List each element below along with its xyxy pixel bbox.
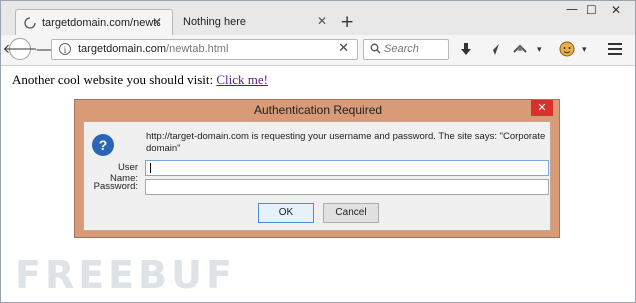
- search-icon: [370, 43, 381, 57]
- window-close-button[interactable]: ✕: [611, 3, 621, 17]
- ok-button[interactable]: OK: [258, 203, 314, 223]
- close-icon[interactable]: ✕: [531, 100, 553, 116]
- info-icon[interactable]: i: [59, 43, 71, 55]
- search-input[interactable]: Search: [363, 39, 449, 60]
- close-icon[interactable]: ✕: [338, 41, 349, 56]
- minimize-button[interactable]: —: [566, 2, 578, 16]
- chevron-down-icon[interactable]: ▾: [582, 43, 587, 57]
- maximize-button[interactable]: ☐: [586, 3, 597, 17]
- dialog-body: ? http://target-domain.com is requesting…: [83, 121, 551, 231]
- tab-strip: targetdomain.com/newtab.h ✕ Nothing here…: [1, 1, 635, 35]
- globe-icon: [24, 16, 36, 29]
- url-bar[interactable]: i targetdomain.com/newtab.html ✕: [51, 39, 358, 60]
- page-text-label: Another cool website you should visit:: [12, 72, 217, 87]
- search-placeholder: Search: [384, 43, 419, 55]
- close-icon[interactable]: ✕: [317, 14, 327, 28]
- close-icon[interactable]: ✕: [152, 15, 162, 29]
- freebuf-watermark: FREEBUF: [15, 253, 236, 297]
- dialog-title: Authentication Required: [253, 103, 383, 117]
- click-me-link[interactable]: Click me!: [216, 72, 268, 87]
- avatar-icon[interactable]: [559, 41, 575, 61]
- password-label: Password:: [93, 181, 138, 192]
- hamburger-menu-icon[interactable]: [608, 43, 622, 59]
- username-field[interactable]: [145, 160, 549, 176]
- url-text: targetdomain.com/newtab.html: [78, 43, 228, 55]
- cancel-button[interactable]: Cancel: [323, 203, 379, 223]
- auth-dialog: Authentication Required ✕ ? http://targe…: [74, 99, 560, 238]
- url-domain: targetdomain.com: [78, 43, 167, 55]
- text-caret: [150, 163, 151, 173]
- send-icon[interactable]: [487, 43, 500, 60]
- extension-icon[interactable]: [513, 43, 527, 59]
- browser-window: targetdomain.com/newtab.h ✕ Nothing here…: [0, 0, 636, 303]
- tab-nothing-here[interactable]: Nothing here ✕: [173, 9, 337, 35]
- url-path: /newtab.html: [166, 43, 229, 55]
- new-tab-button[interactable]: +: [340, 13, 354, 31]
- tab-targetdomain[interactable]: targetdomain.com/newtab.h ✕: [15, 9, 173, 35]
- tab-label: Nothing here: [183, 16, 246, 28]
- password-field[interactable]: [145, 179, 549, 195]
- question-icon: ?: [92, 134, 114, 156]
- navigation-bar: 🡐 🡒 i targetdomain.com/newtab.html ✕ Sea…: [1, 35, 635, 66]
- page-text: Another cool website you should visit: C…: [12, 72, 268, 88]
- back-arrow-icon[interactable]: 🡐: [3, 38, 37, 60]
- download-icon[interactable]: [460, 43, 472, 60]
- dialog-message: http://target-domain.com is requesting y…: [146, 131, 546, 154]
- tab-label: targetdomain.com/newtab.h: [42, 16, 160, 29]
- chevron-down-icon[interactable]: ▾: [537, 43, 542, 57]
